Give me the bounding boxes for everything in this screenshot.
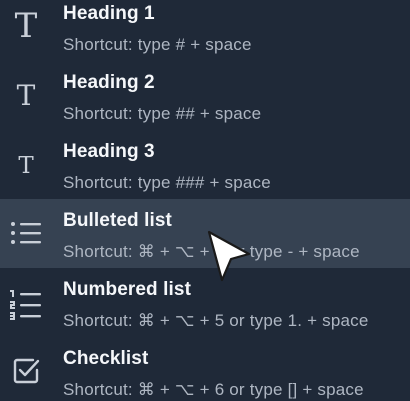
menu-item-shortcut: Shortcut: type # + space <box>63 35 252 54</box>
bulleted-list-icon <box>6 213 46 253</box>
menu-item-title: Numbered list <box>63 279 191 300</box>
menu-item-shortcut: Shortcut: ⌘ + ⌥ + 8 or type - + space <box>63 242 360 261</box>
heading-1-icon: T <box>14 6 38 46</box>
menu-item-title: Heading 2 <box>63 72 155 93</box>
menu-item-shortcut: Shortcut: ⌘ + ⌥ + 5 or type 1. + space <box>63 311 369 330</box>
menu-item-title: Heading 3 <box>63 141 155 162</box>
menu-item-title: Heading 1 <box>63 3 155 24</box>
heading-3-icon: T <box>18 152 34 179</box>
menu-item-heading-3[interactable]: T Heading 3 Shortcut: type ### + space <box>0 130 410 199</box>
menu-item-shortcut: Shortcut: ⌘ + ⌥ + 6 or type [] + space <box>63 380 364 399</box>
menu-item-shortcut: Shortcut: type ## + space <box>63 104 262 123</box>
menu-item-checklist[interactable]: Checklist Shortcut: ⌘ + ⌥ + 6 or type []… <box>0 337 410 401</box>
menu-item-title: Checklist <box>63 348 149 369</box>
checklist-icon <box>6 351 46 391</box>
menu-item-title: Bulleted list <box>63 210 172 231</box>
numbered-list-icon <box>6 284 46 324</box>
menu-item-shortcut: Shortcut: type ### + space <box>63 173 271 192</box>
menu-item-heading-1[interactable]: T Heading 1 Shortcut: type # + space <box>0 0 410 61</box>
block-type-menu: T Heading 1 Shortcut: type # + space T H… <box>0 0 410 401</box>
menu-item-numbered-list[interactable]: Numbered list Shortcut: ⌘ + ⌥ + 5 or typ… <box>0 268 410 337</box>
heading-2-icon: T <box>16 79 36 112</box>
menu-item-heading-2[interactable]: T Heading 2 Shortcut: type ## + space <box>0 61 410 130</box>
menu-item-bulleted-list[interactable]: Bulleted list Shortcut: ⌘ + ⌥ + 8 or typ… <box>0 199 410 268</box>
